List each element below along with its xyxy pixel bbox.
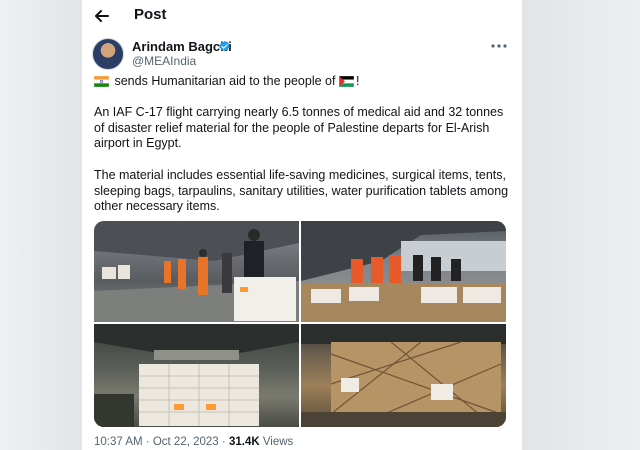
top-bar: Post [82,0,522,32]
post-text-line1: sends Humanitarian aid to the people of … [94,74,514,90]
avatar[interactable] [92,38,124,70]
post-text-line1-end: ! [355,74,360,88]
palestine-flag-icon [338,76,354,87]
background-left [0,0,82,450]
photo-cargo-hold-1[interactable] [94,324,299,427]
author-handle[interactable]: @MEAIndia [132,54,196,68]
post-text-line1-body: sends Humanitarian aid to the people of [114,74,336,88]
views-count: 31.4K [228,436,260,448]
post-text-paragraph-3: The material includes essential life-sav… [94,168,509,213]
post-time[interactable]: 10:37 AM [94,436,143,448]
verified-badge-icon [219,40,230,52]
photo-cargo-hold-2[interactable] [301,324,506,427]
post-text-paragraph-2: An IAF C-17 flight carrying nearly 6.5 t… [94,105,504,150]
back-arrow-icon[interactable] [92,6,112,26]
more-options-icon[interactable] [490,40,508,52]
views-label: Views [262,436,294,448]
post-metadata: 10:37 AM · Oct 22, 2023 · 31.4K Views [94,436,293,448]
photo-loading-aid-1[interactable] [94,221,299,322]
india-flag-icon [94,76,109,87]
media-grid [94,221,506,427]
author-name[interactable]: Arindam Bagchi [132,39,232,54]
post-date[interactable]: Oct 22, 2023 [153,436,219,448]
page-title: Post [134,6,167,23]
post-card: Post Arindam Bagchi @MEAIndia sends Huma… [82,0,522,450]
meta-separator-2: · [221,436,226,448]
meta-separator-1: · [145,436,150,448]
photo-loading-aid-2[interactable] [301,221,506,322]
background-right [522,0,640,450]
